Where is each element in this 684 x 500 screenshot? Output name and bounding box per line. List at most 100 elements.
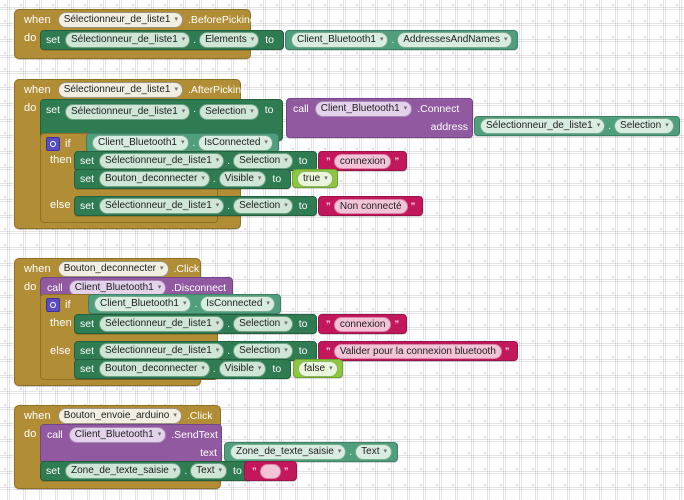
event-method-label: .Click [186, 409, 213, 422]
getter-component-dropdown[interactable]: Client_Bluetooth1 ▾ [94, 296, 192, 312]
blocks-canvas[interactable]: when Sélectionneur_de_liste1 ▾ .BeforePic… [0, 0, 684, 500]
getter-clientbluetooth-isconnected-2[interactable]: Client_Bluetooth1 ▾ . IsConnected ▾ [88, 294, 281, 314]
call-block-connect[interactable]: call Client_Bluetooth1 ▾ .Connect address [286, 98, 473, 138]
quote-close-icon: ❞ [504, 345, 510, 356]
call-block-sendtext[interactable]: call Client_Bluetooth1 ▾ .SendText text [40, 424, 222, 464]
text-block-non-connecte[interactable]: ❞ Non connecté ❞ [318, 196, 424, 216]
setter-bouton-visible-true[interactable]: set Bouton_deconnecter ▾ . Visible ▾ to [74, 169, 292, 189]
setter-component-dropdown[interactable]: Sélectionneur_de_liste1 ▾ [99, 153, 225, 169]
setter-bouton-visible-false[interactable]: set Bouton_deconnecter ▾ . Visible ▾ to [74, 359, 292, 379]
setter-property-dropdown[interactable]: Selection ▾ [199, 104, 259, 120]
setter-component-dropdown[interactable]: Sélectionneur_de_liste1 ▾ [65, 104, 191, 120]
text-block-connexion-2[interactable]: ❞ connexion ❞ [318, 314, 408, 334]
keyword-do: do [24, 281, 37, 293]
getter-component-dropdown[interactable]: Client_Bluetooth1 ▾ [291, 32, 389, 48]
setter-selection-nonconnecte-else[interactable]: set Sélectionneur_de_liste1 ▾ . Selection… [74, 196, 318, 216]
logic-value-dropdown[interactable]: true ▾ [297, 170, 333, 187]
keyword-then: then [50, 154, 72, 166]
event-component-dropdown[interactable]: Sélectionneur_de_liste1 ▾ [57, 11, 183, 28]
setter-selection-connexion-then-2[interactable]: set Sélectionneur_de_liste1 ▾ . Selection… [74, 314, 318, 334]
keyword-set: set [46, 104, 61, 116]
call-component-dropdown[interactable]: Client_Bluetooth1 ▾ [314, 101, 413, 117]
keyword-set: set [46, 34, 61, 46]
keyword-to: to [272, 173, 282, 185]
text-value-field[interactable]: Valider pour la connexion bluetooth [333, 343, 502, 359]
call-header-row: call Client_Bluetooth1 ▾ .SendText [41, 425, 221, 444]
keyword-do: do [24, 428, 37, 440]
logic-block-true[interactable]: true ▾ [292, 169, 338, 188]
getter-component-dropdown[interactable]: Client_Bluetooth1 ▾ [92, 135, 190, 151]
dot-separator: . [192, 137, 196, 149]
setter-property-dropdown[interactable]: Selection ▾ [233, 198, 293, 214]
keyword-do: do [24, 102, 37, 114]
event-header: when Bouton_deconnecter ▾ .Click [15, 259, 200, 278]
text-block-valider-bluetooth[interactable]: ❞ Valider pour la connexion bluetooth ❞ [318, 341, 518, 361]
quote-close-icon: ❞ [410, 200, 416, 211]
getter-selectionneur-selection-address[interactable]: Sélectionneur_de_liste1 ▾ . Selection ▾ [474, 116, 680, 136]
getter-property-dropdown[interactable]: Text ▾ [355, 444, 393, 460]
setter-component-dropdown[interactable]: Bouton_deconnecter ▾ [99, 171, 210, 187]
quote-open-icon: ❞ [326, 200, 331, 211]
getter-component-dropdown[interactable]: Zone_de_texte_saisie ▾ [230, 444, 347, 460]
keyword-to: to [272, 363, 282, 375]
text-value-field[interactable]: connexion [333, 153, 392, 169]
quote-open-icon: ❞ [326, 318, 331, 329]
event-component-dropdown[interactable]: Bouton_envoie_arduino ▾ [57, 407, 182, 424]
getter-component-dropdown[interactable]: Sélectionneur_de_liste1 ▾ [480, 118, 606, 134]
dot-separator: . [184, 465, 188, 477]
dot-separator: . [227, 345, 231, 357]
getter-property-dropdown[interactable]: AddressesAndNames ▾ [397, 32, 513, 48]
setter-property-dropdown[interactable]: Selection ▾ [233, 316, 293, 332]
setter-property-dropdown[interactable]: Elements ▾ [199, 32, 260, 48]
setter-component-dropdown[interactable]: Sélectionneur_de_liste1 ▾ [99, 316, 225, 332]
quote-open-icon: ❞ [252, 465, 257, 476]
setter-selectionneur-elements[interactable]: set Sélectionneur_de_liste1 ▾ . Elements ▾… [40, 30, 285, 50]
mutator-gear-icon[interactable] [46, 136, 60, 151]
getter-property-dropdown[interactable]: IsConnected ▾ [198, 135, 273, 151]
setter-component-dropdown[interactable]: Bouton_deconnecter ▾ [99, 361, 210, 377]
call-arg-row: text [41, 444, 221, 461]
setter-property-dropdown[interactable]: Selection ▾ [233, 153, 293, 169]
setter-zonetexte-text-empty[interactable]: set Zone_de_texte_saisie ▾ . Text ▾ to [40, 461, 252, 481]
keyword-set: set [80, 318, 95, 330]
text-block-empty[interactable]: ❞ ❞ [244, 461, 297, 481]
keyword-to: to [298, 345, 308, 357]
event-component-dropdown[interactable]: Bouton_deconnecter ▾ [57, 260, 169, 277]
mutator-gear-icon[interactable] [46, 297, 60, 312]
keyword-else: else [50, 345, 71, 357]
text-value-field[interactable]: Non connecté [333, 198, 408, 214]
setter-selection-connexion-then[interactable]: set Sélectionneur_de_liste1 ▾ . Selection… [74, 151, 318, 171]
keyword-set: set [80, 200, 95, 212]
event-method-label: .BeforePicking [187, 13, 256, 26]
getter-property-dropdown[interactable]: Selection ▾ [614, 118, 674, 134]
setter-component-dropdown[interactable]: Sélectionneur_de_liste1 ▾ [99, 343, 225, 359]
event-component-dropdown[interactable]: Sélectionneur_de_liste1 ▾ [57, 81, 183, 98]
keyword-when: when [24, 83, 51, 96]
dot-separator: . [193, 104, 197, 115]
setter-selection-valider-else[interactable]: set Sélectionneur_de_liste1 ▾ . Selection… [74, 341, 318, 361]
setter-component-dropdown[interactable]: Sélectionneur_de_liste1 ▾ [99, 198, 225, 214]
setter-property-dropdown[interactable]: Text ▾ [190, 463, 228, 479]
getter-clientbluetooth-isconnected[interactable]: Client_Bluetooth1 ▾ . IsConnected ▾ [86, 133, 279, 153]
getter-clientbluetooth-addressesandnames[interactable]: Client_Bluetooth1 ▾ . AddressesAndNames ▾ [285, 30, 519, 50]
setter-component-dropdown[interactable]: Zone_de_texte_saisie ▾ [65, 463, 182, 479]
getter-zonetexte-text[interactable]: Zone_de_texte_saisie ▾ . Text ▾ [224, 442, 399, 462]
dot-separator: . [349, 446, 353, 458]
keyword-to: to [298, 318, 308, 330]
event-do-label-wrap: do [24, 281, 36, 293]
logic-value-dropdown[interactable]: false ▾ [298, 360, 338, 377]
setter-component-dropdown[interactable]: Sélectionneur_de_liste1 ▾ [65, 32, 191, 48]
text-value-field[interactable] [259, 463, 281, 479]
keyword-to: to [264, 104, 274, 116]
call-component-dropdown[interactable]: Client_Bluetooth1 ▾ [68, 427, 167, 443]
keyword-set: set [46, 465, 61, 477]
logic-block-false[interactable]: false ▾ [293, 359, 343, 378]
keyword-call: call [293, 103, 309, 115]
setter-property-dropdown[interactable]: Visible ▾ [218, 171, 267, 187]
setter-property-dropdown[interactable]: Visible ▾ [218, 361, 267, 377]
text-value-field[interactable]: connexion [333, 316, 392, 332]
dot-separator: . [227, 318, 231, 330]
text-block-connexion[interactable]: ❞ connexion ❞ [318, 151, 408, 171]
getter-property-dropdown[interactable]: IsConnected ▾ [200, 296, 275, 312]
setter-property-dropdown[interactable]: Selection ▾ [233, 343, 293, 359]
